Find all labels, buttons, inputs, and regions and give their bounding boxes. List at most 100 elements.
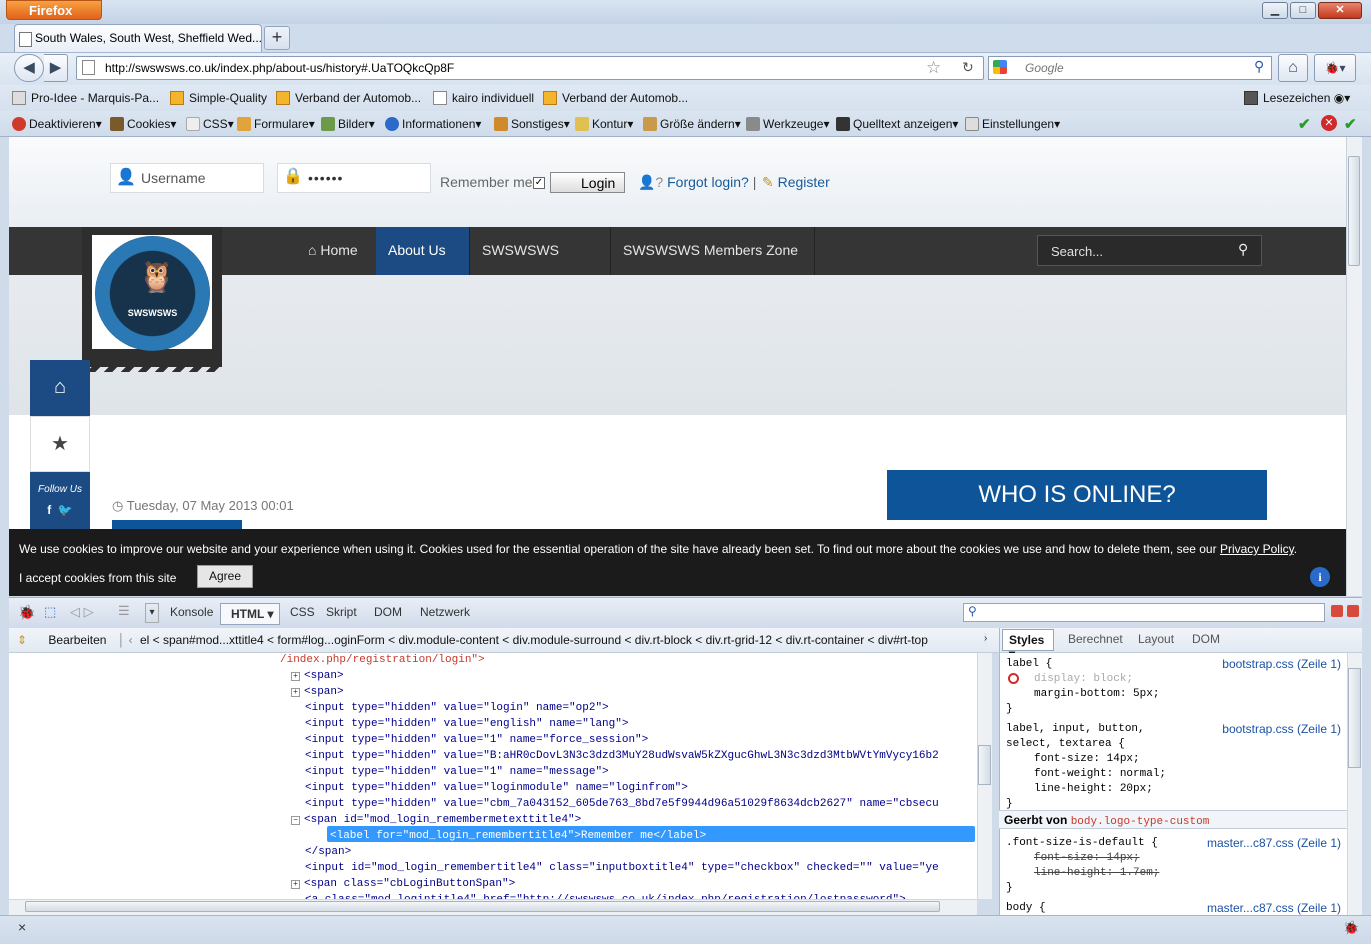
bookmark-item[interactable]: Verband der Automob...	[543, 85, 688, 111]
tab-css[interactable]: CSS	[290, 605, 315, 619]
css-rule-line[interactable]: }	[1006, 702, 1013, 717]
html-line[interactable]: <input type="hidden" value="1" name="for…	[305, 732, 648, 748]
close-addon-bar-icon[interactable]: ×	[18, 919, 26, 935]
css-source-link[interactable]: bootstrap.css (Zeile 1)	[1222, 657, 1341, 671]
tab-layout[interactable]: Layout	[1138, 632, 1174, 646]
css-rule-line[interactable]: font-size: 14px;	[1034, 851, 1140, 866]
css-source-link[interactable]: bootstrap.css (Zeile 1)	[1222, 722, 1341, 736]
agree-button[interactable]: Agree	[197, 565, 253, 588]
dev-outline[interactable]: Kontur▾	[575, 111, 633, 137]
html-line[interactable]: + <span class="cbLoginButtonSpan">	[291, 876, 515, 892]
css-rule-line[interactable]: body {	[1006, 901, 1046, 916]
bookmark-item[interactable]: Simple-Quality	[170, 85, 267, 111]
tab-konsole[interactable]: Konsole	[170, 605, 213, 619]
bookmark-item[interactable]: Verband der Automob...	[276, 85, 421, 111]
tab-dom-side[interactable]: DOM	[1192, 632, 1220, 646]
html-line[interactable]: <input type="hidden" value="B:aHR0cDovL3…	[305, 748, 939, 764]
dev-view-source[interactable]: Quelltext anzeigen▾	[836, 111, 958, 137]
expand-toggle-icon[interactable]: +	[291, 880, 300, 889]
html-line[interactable]: <label for="mod_login_remembertitle4">Re…	[330, 828, 706, 844]
bookmark-item[interactable]: Pro-Idee - Marquis-Pa...	[12, 85, 159, 111]
dev-css[interactable]: CSS▾	[186, 111, 234, 137]
firebug-icon[interactable]: 🐞	[18, 604, 35, 621]
styles-scrollbar-thumb[interactable]	[1348, 668, 1361, 768]
html-line[interactable]: <input type="hidden" value="loginmodule"…	[305, 780, 688, 796]
maximize-button[interactable]: □	[1290, 2, 1316, 19]
bookmarks-menu[interactable]: Lesezeichen ◉▾	[1244, 85, 1350, 111]
search-icon[interactable]: ⚲	[1238, 241, 1248, 258]
html-line[interactable]: /index.php/registration/login">	[280, 652, 485, 668]
expand-toggle-icon[interactable]: +	[291, 688, 300, 697]
minimize-firebug-icon[interactable]	[1331, 605, 1343, 617]
new-tab-button[interactable]: +	[264, 26, 290, 50]
tab-dom[interactable]: DOM	[374, 605, 402, 619]
css-rule-line[interactable]: label, input, button,	[1006, 722, 1145, 737]
remember-checkbox[interactable]: ✓	[533, 177, 545, 189]
dev-cookies[interactable]: Cookies▾	[110, 111, 176, 137]
expand-toggle-icon[interactable]: +	[291, 672, 300, 681]
page-scrollbar-thumb[interactable]	[1348, 156, 1360, 266]
dropdown-icon[interactable]: ▾	[145, 603, 159, 623]
html-line[interactable]: <input type="hidden" value="english" nam…	[305, 716, 628, 732]
side-home-button[interactable]: ⌂	[30, 360, 90, 416]
tab-berechnet[interactable]: Berechnet	[1068, 632, 1123, 646]
side-star-button[interactable]: ★	[30, 416, 90, 472]
reload-icon[interactable]: ↻	[962, 59, 974, 76]
info-icon[interactable]: i	[1310, 567, 1330, 587]
html-line[interactable]: <input type="hidden" value="login" name=…	[305, 700, 609, 716]
css-rule-line[interactable]: line-height: 1.7em;	[1034, 866, 1159, 881]
dev-resize[interactable]: Größe ändern▾	[643, 111, 741, 137]
error-icon[interactable]: ✕	[1321, 115, 1337, 131]
firebug-button[interactable]: 🐞▾	[1314, 54, 1356, 82]
valid-check-icon[interactable]: ✔	[1344, 115, 1357, 133]
css-rule-line[interactable]: line-height: 20px;	[1034, 782, 1153, 797]
disabled-rule-icon[interactable]	[1008, 673, 1019, 684]
search-bar[interactable]: Google	[988, 56, 1272, 80]
html-line[interactable]: <input id="mod_login_remembertitle4" cla…	[305, 860, 939, 876]
close-window-button[interactable]: ✕	[1318, 2, 1362, 19]
html-line[interactable]: − <span id="mod_login_remembermetexttitle…	[291, 812, 581, 828]
menu-forum[interactable]: SWSWSWS Forum	[470, 227, 611, 304]
firefox-menu-button[interactable]: Firefox	[6, 0, 102, 20]
minimize-button[interactable]: ▁	[1262, 2, 1288, 19]
list-icon[interactable]: ☰	[118, 603, 130, 619]
home-button[interactable]: ⌂	[1278, 54, 1308, 82]
tab-netzwerk[interactable]: Netzwerk	[420, 605, 470, 619]
menu-home[interactable]: ⌂ Home	[296, 227, 370, 275]
detach-firebug-icon[interactable]	[1347, 605, 1359, 617]
css-rule-line[interactable]: font-size: 14px;	[1034, 752, 1140, 767]
dev-disable[interactable]: Deaktivieren▾	[12, 111, 102, 137]
dev-tools[interactable]: Werkzeuge▾	[746, 111, 830, 137]
css-rule-line[interactable]: select, textarea {	[1006, 737, 1125, 752]
tab-styles[interactable]: Styles ▾	[1002, 629, 1054, 661]
privacy-policy-link[interactable]: Privacy Policy	[1220, 542, 1294, 556]
back-button[interactable]: ◀	[14, 54, 44, 82]
css-source-link[interactable]: master...c87.css (Zeile 1)	[1207, 901, 1341, 915]
html-line[interactable]: <input type="hidden" value="1" name="mes…	[305, 764, 609, 780]
inspect-icon[interactable]: ⬚	[44, 604, 56, 620]
dev-misc[interactable]: Sonstiges▾	[494, 111, 570, 137]
firebug-status-icon[interactable]: 🐞	[1343, 920, 1359, 936]
css-rule-line[interactable]: .font-size-is-default {	[1006, 836, 1158, 851]
search-go-icon[interactable]: ⚲	[1254, 58, 1264, 75]
forgot-login-link[interactable]: 👤? Forgot login? |	[638, 174, 756, 191]
firebug-search-input[interactable]	[963, 603, 1325, 622]
tab-skript[interactable]: Skript	[326, 605, 357, 619]
site-search-input[interactable]: Search...	[1037, 235, 1262, 266]
html-scrollbar-thumb[interactable]	[978, 745, 991, 785]
html-line[interactable]: + <span>	[291, 668, 344, 684]
dev-info[interactable]: Informationen▾	[385, 111, 481, 137]
css-rule-line[interactable]: font-weight: normal;	[1034, 767, 1166, 782]
css-source-link[interactable]: master...c87.css (Zeile 1)	[1207, 836, 1341, 850]
dev-images[interactable]: Bilder▾	[321, 111, 375, 137]
html-line[interactable]: <input type="hidden" value="cbm_7a043152…	[305, 796, 939, 812]
bookmark-star-icon[interactable]: ☆	[926, 58, 941, 78]
tab-active[interactable]: South Wales, South West, Sheffield Wed..…	[14, 24, 262, 52]
forward-button[interactable]: ▶	[44, 54, 68, 82]
bookmark-item[interactable]: kairo individuell	[433, 85, 534, 111]
html-line[interactable]: + <span>	[291, 684, 344, 700]
social-icons[interactable]: f 🐦	[30, 503, 90, 517]
menu-members-zone[interactable]: SWSWSWS Members Zone ˅	[611, 227, 815, 304]
inherited-source-link[interactable]: body.logo-type-custom	[1071, 816, 1210, 828]
prev-icon[interactable]: ◁ ▷	[70, 604, 94, 620]
